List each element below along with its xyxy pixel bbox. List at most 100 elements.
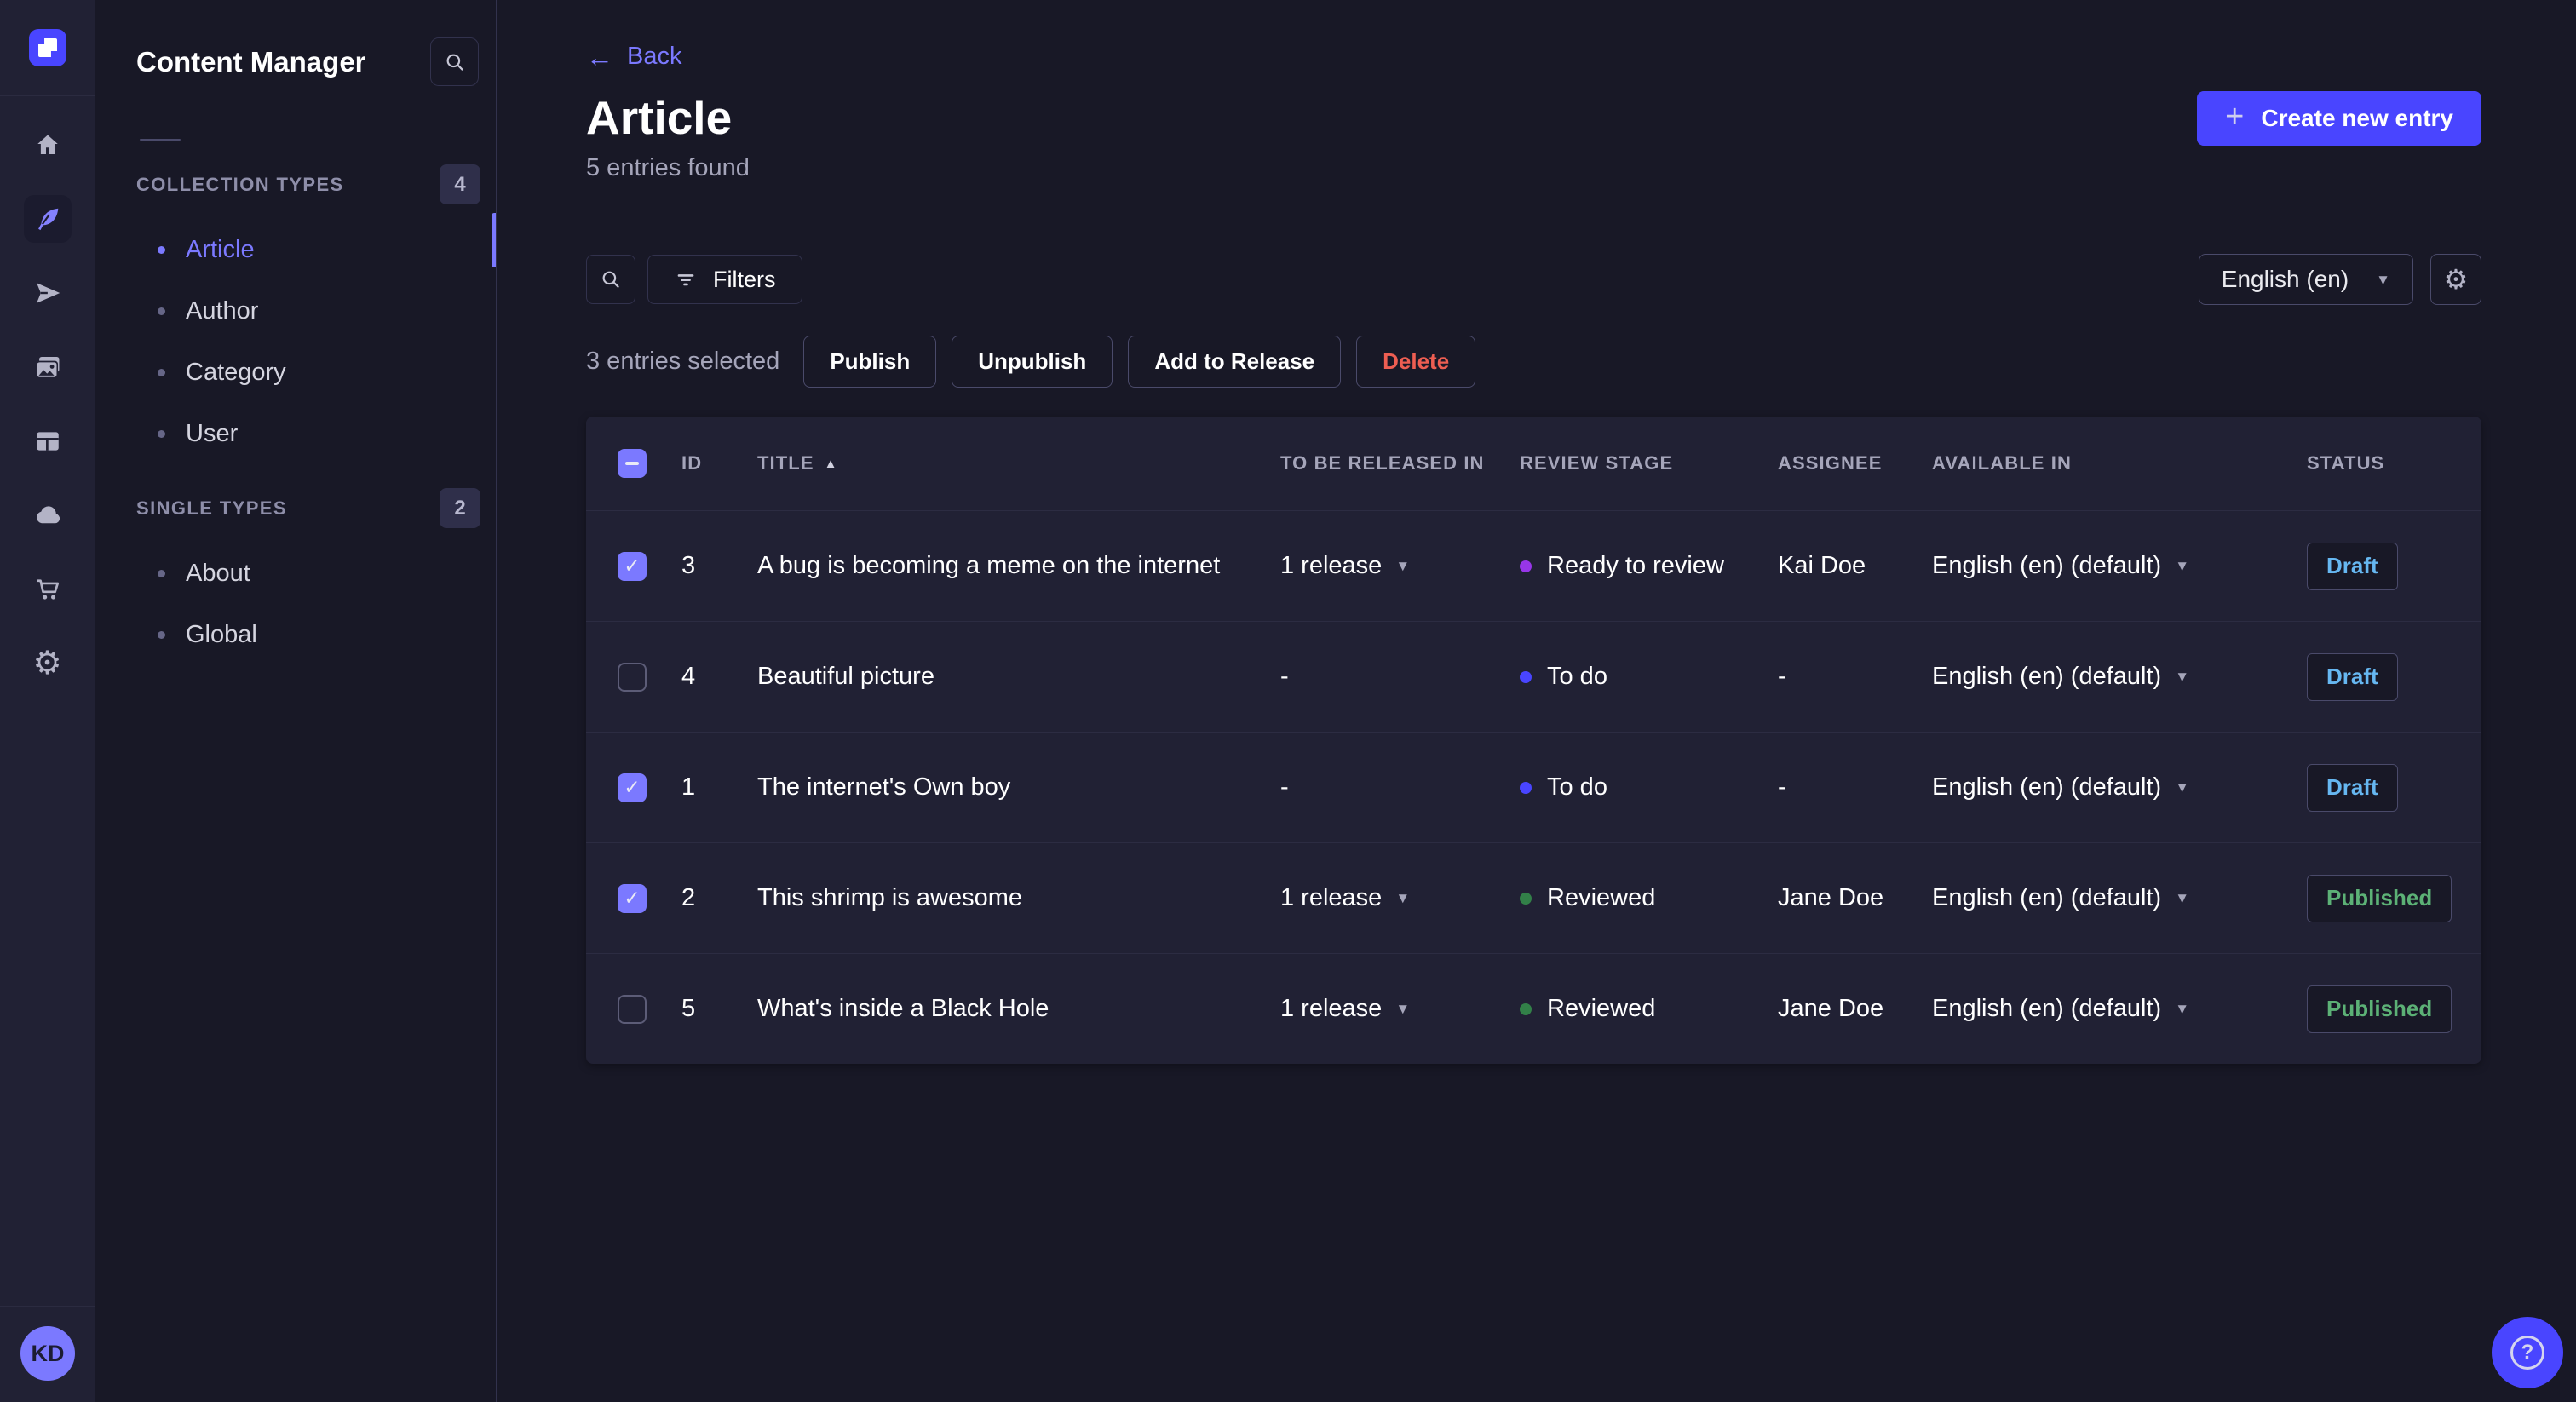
column-header-review-stage[interactable]: REVIEW STAGE	[1520, 452, 1778, 474]
subnav-section: SINGLE TYPES 2 About Global	[95, 488, 496, 665]
cell-to-be-released-in[interactable]: 1 release ▼	[1280, 884, 1520, 912]
sidebar-item-label: User	[186, 419, 239, 447]
plus-icon: +	[2225, 99, 2245, 135]
column-header-id[interactable]: ID	[681, 452, 757, 474]
subnav-section-header: COLLECTION TYPES 4	[95, 164, 496, 205]
back-link[interactable]: ← Back	[586, 43, 681, 71]
media-library-pictures-icon[interactable]	[24, 343, 72, 391]
sidebar-item-label: Article	[186, 235, 255, 263]
sidebar-item-category[interactable]: Category	[95, 342, 496, 403]
cell-review-stage: To do	[1520, 663, 1778, 691]
release-value: -	[1280, 773, 1289, 801]
view-settings-button[interactable]: ⚙	[2430, 254, 2481, 305]
filters-button[interactable]: Filters	[647, 255, 802, 304]
strapi-logo[interactable]	[29, 29, 66, 66]
cell-available-in[interactable]: English (en) (default) ▼	[1932, 884, 2307, 912]
back-arrow-icon: ←	[586, 41, 613, 72]
table-search-button[interactable]	[586, 255, 635, 304]
cell-checkbox: ✓	[586, 883, 681, 913]
row-checkbox[interactable]: ✓	[618, 883, 647, 913]
table-row[interactable]: 4 Beautiful picture - To do - English (en) (d…	[586, 621, 2481, 732]
select-all-checkbox[interactable]	[618, 449, 647, 478]
cell-to-be-released-in[interactable]: 1 release ▼	[1280, 552, 1520, 580]
table-row[interactable]: ✓ 3 A bug is becoming a meme on the intern…	[586, 510, 2481, 621]
bullet-icon	[158, 429, 165, 438]
bullet-icon	[158, 630, 165, 639]
status-badge: Draft	[2307, 542, 2398, 590]
question-mark-icon: ?	[2510, 1336, 2544, 1370]
chevron-down-icon: ▼	[1395, 1001, 1411, 1017]
subnav-section-label: COLLECTION TYPES	[136, 174, 344, 195]
sidebar-item-user[interactable]: User	[95, 403, 496, 464]
row-checkbox[interactable]	[618, 662, 647, 692]
selection-count: 3 entries selected	[586, 348, 780, 375]
sidebar-item-article[interactable]: Article	[95, 219, 496, 280]
help-button[interactable]: ?	[2492, 1317, 2563, 1388]
add-to-release-button[interactable]: Add to Release	[1128, 336, 1342, 388]
subnav-section-header: SINGLE TYPES 2	[95, 488, 496, 529]
table-row[interactable]: ✓ 2 This shrimp is awesome 1 release ▼ Review…	[586, 842, 2481, 953]
available-in-value: English (en) (default)	[1932, 663, 2162, 690]
cell-assignee: Jane Doe	[1778, 884, 1884, 911]
indeterminate-icon	[625, 462, 639, 465]
cell-id: 1	[681, 773, 696, 801]
bullet-icon	[158, 307, 165, 315]
gear-icon: ⚙	[2443, 264, 2469, 295]
sidebar-item-label: Category	[186, 358, 286, 386]
cell-id: 5	[681, 995, 696, 1022]
cell-status: Draft	[2307, 542, 2481, 590]
column-header-to-be-released-in[interactable]: TO BE RELEASED IN	[1280, 452, 1520, 474]
delete-button[interactable]: Delete	[1356, 336, 1476, 388]
bullet-icon	[158, 569, 165, 577]
subnav-section-count-badge: 4	[440, 164, 480, 204]
content-manager-feather-icon[interactable]	[23, 195, 72, 243]
active-item-indicator	[492, 213, 496, 267]
row-checkbox[interactable]: ✓	[618, 551, 647, 581]
column-header-title[interactable]: TITLE ▲	[757, 452, 1280, 474]
sidebar-item-label: Author	[186, 296, 259, 325]
release-value: 1 release	[1280, 552, 1383, 579]
home-icon[interactable]	[24, 121, 72, 169]
publish-button[interactable]: Publish	[803, 336, 937, 388]
status-badge: Draft	[2307, 763, 2398, 812]
filters-label: Filters	[713, 266, 776, 292]
subnav-items: About Global	[95, 543, 496, 665]
sidebar-item-global[interactable]: Global	[95, 604, 496, 665]
sidebar-item-author[interactable]: Author	[95, 280, 496, 342]
available-in-value: English (en) (default)	[1932, 773, 2162, 801]
locale-select[interactable]: English (en) ▼	[2198, 254, 2413, 305]
cell-id: 3	[681, 552, 696, 579]
subnav-divider	[140, 139, 181, 141]
review-stage-dot	[1520, 560, 1532, 572]
column-header-status[interactable]: STATUS	[2307, 452, 2481, 474]
column-header-assignee[interactable]: ASSIGNEE	[1778, 452, 1932, 474]
cell-available-in[interactable]: English (en) (default) ▼	[1932, 663, 2307, 691]
cell-available-in[interactable]: English (en) (default) ▼	[1932, 773, 2307, 802]
bullet-icon	[158, 245, 165, 254]
row-checkbox[interactable]: ✓	[618, 773, 647, 802]
content-type-builder-layout-icon[interactable]	[24, 417, 72, 465]
user-avatar[interactable]: KD	[20, 1326, 75, 1381]
create-new-entry-button[interactable]: + Create new entry	[2197, 91, 2481, 146]
subnav-search-button[interactable]	[430, 37, 479, 86]
review-stage-dot	[1520, 781, 1532, 794]
row-checkbox[interactable]	[618, 994, 647, 1024]
content-manager-subnav: Content Manager COLLECTION TYPES 4 Article…	[95, 0, 497, 1402]
column-header-available-in[interactable]: AVAILABLE IN	[1932, 452, 2307, 474]
main-nav-rail: ⚙ KD	[0, 0, 95, 1402]
table-row[interactable]: 5 What's inside a Black Hole 1 release ▼ Rev…	[586, 953, 2481, 1064]
unpublish-button[interactable]: Unpublish	[952, 336, 1113, 388]
strapi-logo-glyph	[38, 38, 57, 57]
cell-available-in[interactable]: English (en) (default) ▼	[1932, 995, 2307, 1023]
cell-assignee: -	[1778, 773, 1786, 801]
back-label: Back	[627, 43, 682, 70]
table-row[interactable]: ✓ 1 The internet's Own boy - To do - English (…	[586, 732, 2481, 842]
sidebar-item-about[interactable]: About	[95, 543, 496, 604]
cell-status: Published	[2307, 985, 2481, 1033]
settings-gear-icon[interactable]: ⚙	[24, 640, 72, 687]
marketplace-cart-icon[interactable]	[24, 566, 72, 613]
releases-paper-plane-icon[interactable]	[24, 269, 72, 317]
cloud-icon[interactable]	[24, 491, 72, 539]
cell-to-be-released-in[interactable]: 1 release ▼	[1280, 995, 1520, 1023]
cell-available-in[interactable]: English (en) (default) ▼	[1932, 552, 2307, 580]
